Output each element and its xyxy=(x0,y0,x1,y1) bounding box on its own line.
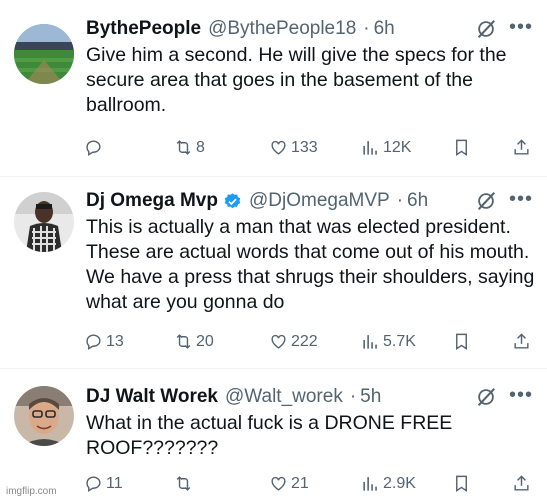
avatar-person-image xyxy=(14,192,74,252)
views-icon xyxy=(363,141,377,155)
more-icon[interactable]: ••• xyxy=(509,384,533,406)
tweet-3[interactable]: DJ Walt Worek @Walt_worek · 5h ••• What … xyxy=(0,384,547,500)
retweet-icon xyxy=(176,140,191,155)
retweet-count: 20 xyxy=(196,332,214,350)
like-icon xyxy=(271,476,286,491)
more-icon[interactable]: ••• xyxy=(509,188,533,210)
bookmark-icon xyxy=(456,139,467,156)
bookmark-button[interactable] xyxy=(452,138,471,157)
avatar-person-image xyxy=(14,386,74,446)
grok-icon[interactable] xyxy=(475,190,497,212)
views-button[interactable]: 12K xyxy=(361,138,411,157)
bookmark-icon xyxy=(456,475,467,492)
reply-icon xyxy=(86,140,101,156)
display-name[interactable]: Dj Omega Mvp xyxy=(86,190,218,212)
like-button[interactable]: 133 xyxy=(269,138,318,157)
tweet-2[interactable]: Dj Omega Mvp @DjOmegaMVP · 6h ••• This i… xyxy=(0,188,547,360)
tweet-header: Dj Omega Mvp @DjOmegaMVP · 6h xyxy=(86,188,428,214)
timestamp[interactable]: 6h xyxy=(407,190,428,212)
share-button[interactable] xyxy=(512,332,531,351)
time-separator: · xyxy=(349,386,357,407)
views-icon xyxy=(363,477,377,491)
share-icon xyxy=(514,139,529,155)
action-bar: 13 20 222 5.7K xyxy=(84,332,534,354)
avatar[interactable] xyxy=(14,386,74,446)
reply-button[interactable]: 11 xyxy=(84,474,123,493)
action-bar: 8 133 12K xyxy=(84,138,534,160)
share-icon xyxy=(514,475,529,491)
reply-icon xyxy=(86,334,101,350)
reply-count: 13 xyxy=(106,332,124,350)
bookmark-button[interactable] xyxy=(452,332,471,351)
retweet-button[interactable] xyxy=(174,474,196,493)
like-icon xyxy=(271,140,286,155)
tweet-text: This is actually a man that was elected … xyxy=(86,216,535,313)
avatar-stadium-image xyxy=(14,24,74,84)
retweet-count: 8 xyxy=(196,138,205,156)
like-count: 133 xyxy=(291,138,318,156)
like-button[interactable]: 21 xyxy=(269,474,309,493)
reply-button[interactable]: 13 xyxy=(84,332,124,351)
views-button[interactable]: 5.7K xyxy=(361,332,416,351)
tweet-text: Give him a second. He will give the spec… xyxy=(86,44,507,116)
bookmark-icon xyxy=(456,333,467,350)
verified-badge-icon xyxy=(224,192,241,208)
retweet-button[interactable]: 20 xyxy=(174,332,214,351)
timestamp[interactable]: 6h xyxy=(374,18,395,40)
user-handle[interactable]: @BythePeople18 xyxy=(208,18,356,40)
divider xyxy=(0,176,547,177)
divider xyxy=(0,368,547,369)
tweet-text: What in the actual fuck is a DRONE FREE … xyxy=(86,412,453,459)
bookmark-button[interactable] xyxy=(452,474,471,493)
more-icon[interactable]: ••• xyxy=(509,16,533,38)
views-icon xyxy=(363,335,377,349)
time-separator: · xyxy=(396,190,404,211)
views-button[interactable]: 2.9K xyxy=(361,474,416,493)
tweet-1[interactable]: BythePeople @BythePeople18 · 6h ••• Give… xyxy=(0,16,547,176)
user-handle[interactable]: @Walt_worek xyxy=(225,386,343,408)
views-count: 2.9K xyxy=(383,474,416,492)
watermark: imgflip.com xyxy=(6,486,57,497)
retweet-button[interactable]: 8 xyxy=(174,138,205,157)
time-separator: · xyxy=(363,18,370,39)
avatar[interactable] xyxy=(14,192,74,252)
action-bar: 11 21 2.9K xyxy=(84,474,534,496)
grok-icon[interactable] xyxy=(475,18,497,40)
like-button[interactable]: 222 xyxy=(269,332,318,351)
avatar[interactable] xyxy=(14,24,74,84)
share-button[interactable] xyxy=(512,474,531,493)
like-count: 222 xyxy=(291,332,318,350)
views-count: 5.7K xyxy=(383,332,416,350)
like-icon xyxy=(271,334,286,349)
share-button[interactable] xyxy=(512,138,531,157)
reply-icon xyxy=(86,476,101,492)
display-name[interactable]: DJ Walt Worek xyxy=(86,386,218,408)
display-name[interactable]: BythePeople xyxy=(86,18,201,40)
reply-button[interactable] xyxy=(84,138,106,157)
views-count: 12K xyxy=(383,138,412,156)
reply-count: 11 xyxy=(106,474,123,492)
like-count: 21 xyxy=(291,474,309,492)
tweet-header: DJ Walt Worek @Walt_worek · 5h xyxy=(86,384,381,410)
retweet-icon xyxy=(176,476,191,491)
timestamp[interactable]: 5h xyxy=(360,386,381,408)
retweet-icon xyxy=(176,334,191,349)
tweet-header: BythePeople @BythePeople18 · 6h xyxy=(86,16,395,42)
user-handle[interactable]: @DjOmegaMVP xyxy=(249,190,390,212)
share-icon xyxy=(514,333,529,349)
grok-icon[interactable] xyxy=(475,386,497,408)
